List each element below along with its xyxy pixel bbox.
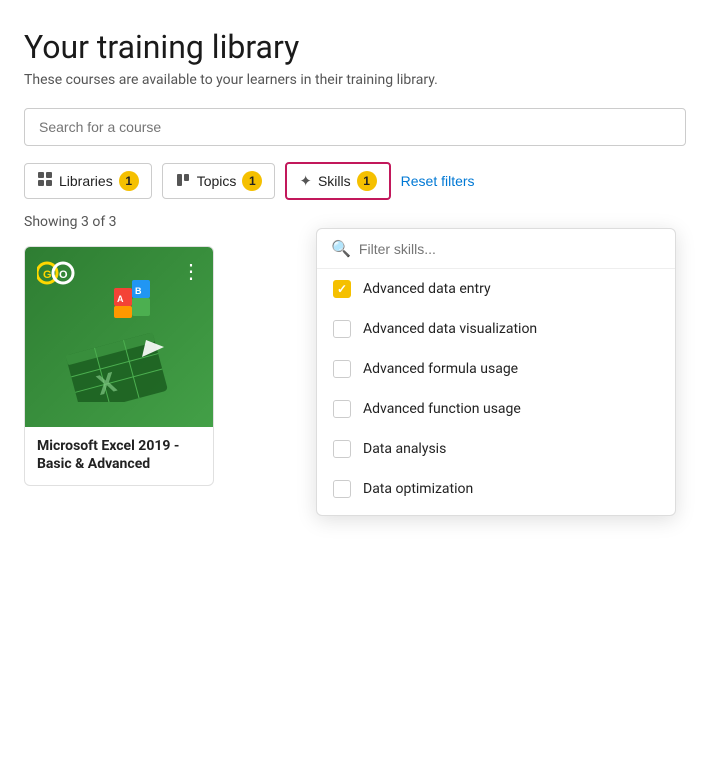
skill-checkbox-3[interactable] bbox=[333, 400, 351, 418]
card-menu-button[interactable]: ⋮ bbox=[181, 259, 203, 283]
skills-dropdown: 🔍 ✓ Advanced data entry Advanced data vi… bbox=[316, 228, 676, 516]
excel-illustration: X A B bbox=[54, 272, 184, 402]
topics-badge: 1 bbox=[242, 171, 262, 191]
skills-badge: 1 bbox=[357, 171, 377, 191]
skill-label-3: Advanced function usage bbox=[363, 401, 521, 417]
skill-item-3[interactable]: Advanced function usage bbox=[317, 389, 675, 429]
course-card-title: Microsoft Excel 2019 - Basic & Advanced bbox=[37, 437, 201, 473]
topics-icon bbox=[175, 172, 191, 191]
skill-checkbox-4[interactable] bbox=[333, 440, 351, 458]
svg-text:A: A bbox=[117, 294, 124, 304]
search-input[interactable] bbox=[24, 108, 686, 146]
skill-checkbox-2[interactable] bbox=[333, 360, 351, 378]
skills-icon: ✦ bbox=[299, 172, 312, 190]
dropdown-search-icon: 🔍 bbox=[331, 239, 351, 258]
skill-label-2: Advanced formula usage bbox=[363, 361, 518, 377]
skill-checkbox-5[interactable] bbox=[333, 480, 351, 498]
skill-label-4: Data analysis bbox=[363, 441, 446, 457]
skills-search-input[interactable] bbox=[359, 241, 661, 257]
skill-item-0[interactable]: ✓ Advanced data entry bbox=[317, 269, 675, 309]
dropdown-search-container: 🔍 bbox=[317, 229, 675, 269]
libraries-badge: 1 bbox=[119, 171, 139, 191]
skill-checkbox-1[interactable] bbox=[333, 320, 351, 338]
skill-item-1[interactable]: Advanced data visualization bbox=[317, 309, 675, 349]
reset-filters-button[interactable]: Reset filters bbox=[401, 173, 475, 189]
skill-label-5: Data optimization bbox=[363, 481, 473, 497]
course-card-body: Microsoft Excel 2019 - Basic & Advanced bbox=[25, 427, 213, 485]
skill-label-0: Advanced data entry bbox=[363, 281, 491, 297]
libraries-label: Libraries bbox=[59, 173, 113, 189]
skills-filter-button[interactable]: ✦ Skills 1 bbox=[285, 162, 390, 200]
topics-label: Topics bbox=[197, 173, 237, 189]
svg-text:G: G bbox=[43, 269, 52, 281]
filter-row: Libraries 1 Topics 1 ✦ Skills 1 Reset fi… bbox=[24, 162, 686, 200]
skill-checkbox-0[interactable]: ✓ bbox=[333, 280, 351, 298]
course-logo: G O bbox=[37, 259, 81, 287]
skill-label-1: Advanced data visualization bbox=[363, 321, 537, 337]
skill-item-5[interactable]: Data optimization bbox=[317, 469, 675, 509]
page-title: Your training library bbox=[24, 28, 686, 66]
skills-label: Skills bbox=[318, 173, 351, 189]
checkmark-0: ✓ bbox=[337, 282, 347, 296]
page-container: Your training library These courses are … bbox=[0, 0, 710, 774]
skill-item-2[interactable]: Advanced formula usage bbox=[317, 349, 675, 389]
page-subtitle: These courses are available to your lear… bbox=[24, 72, 686, 88]
svg-text:O: O bbox=[59, 269, 68, 281]
libraries-filter-button[interactable]: Libraries 1 bbox=[24, 163, 152, 199]
skill-item-4[interactable]: Data analysis bbox=[317, 429, 675, 469]
topics-filter-button[interactable]: Topics 1 bbox=[162, 163, 276, 199]
svg-text:B: B bbox=[135, 286, 142, 296]
libraries-icon bbox=[37, 171, 53, 191]
course-card: G O ⋮ X bbox=[24, 246, 214, 486]
course-card-image: G O ⋮ X bbox=[25, 247, 213, 427]
